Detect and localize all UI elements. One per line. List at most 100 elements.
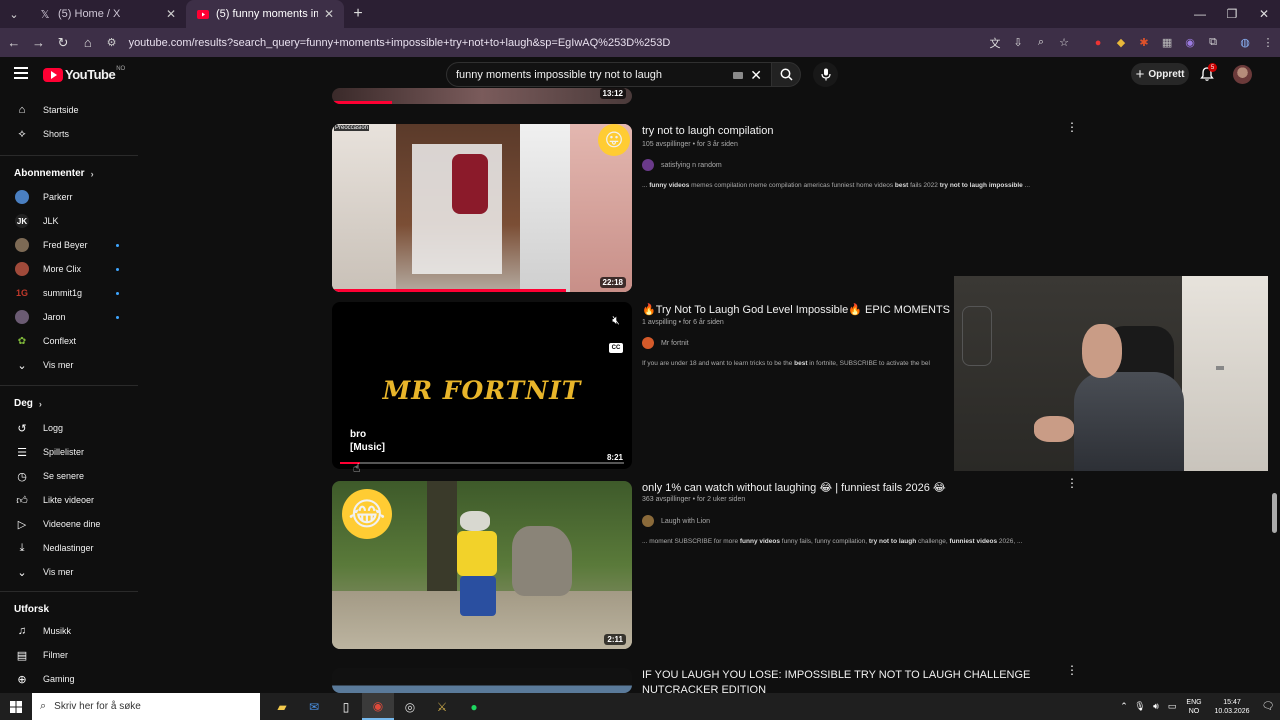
sidebar-item-history[interactable]: ↺ Logg	[0, 416, 140, 440]
chrome-icon[interactable]: ◉	[362, 693, 394, 720]
search-input[interactable]: funny moments impossible try not to laug…	[446, 62, 772, 87]
video-thumbnail[interactable]: 13:12	[332, 88, 632, 104]
chevron-up-icon[interactable]: ⌃	[1116, 701, 1132, 712]
sidebar-item-label: Videoene dine	[43, 519, 101, 529]
clock[interactable]: 15:47 10.03.2026	[1208, 698, 1256, 716]
watch-later-icon: ◷	[17, 470, 27, 483]
browser-menu-icon[interactable]: ⋮	[1257, 32, 1279, 54]
sidebar-item-watch-later[interactable]: ◷ Se senere	[0, 464, 140, 488]
tab-youtube-search[interactable]: (5) funny moments impossible ✕	[186, 0, 344, 28]
spotify-icon[interactable]: ●	[458, 693, 490, 720]
notifications-button[interactable]: 5	[1199, 63, 1217, 84]
subscriptions-heading[interactable]: Abonnementer ›	[14, 168, 94, 179]
video-thumbnail[interactable]: 😂 2:11	[332, 481, 632, 649]
extension-purple-icon[interactable]: ◉	[1179, 32, 1201, 54]
video-preview-player[interactable]: MR FORTNIT 🔇︎ CC bro [Music] 8:21	[332, 302, 632, 469]
profile-icon[interactable]: ◍	[1234, 32, 1256, 54]
sidebar-item-summit1g[interactable]: 1G summit1g	[0, 281, 140, 305]
sidebar-item-downloads[interactable]: ⤓ Nedlastinger	[0, 536, 140, 560]
notification-center-icon[interactable]: 🗨︎	[1256, 701, 1280, 712]
shorts-icon: ⟡	[18, 127, 26, 140]
sidebar-item-shorts[interactable]: ⟡ Shorts	[0, 122, 140, 146]
site-info-icon[interactable]: ⚙	[107, 36, 121, 49]
restore-icon[interactable]: ❐	[1216, 0, 1248, 28]
reload-icon[interactable]: ↻	[52, 31, 74, 55]
close-window-icon[interactable]: ✕	[1248, 0, 1280, 28]
sidebar-item-conflext[interactable]: ✿ Conflext	[0, 329, 140, 353]
account-avatar[interactable]	[1233, 65, 1252, 84]
sidebar-show-more-subs[interactable]: ⌄ Vis mer	[0, 353, 140, 377]
language-indicator[interactable]: ENG NO	[1180, 698, 1208, 716]
volume-icon[interactable]: 🔊︎	[1148, 701, 1164, 712]
network-icon[interactable]: ▭	[1164, 701, 1180, 712]
close-icon[interactable]: ✕	[324, 7, 334, 21]
mail-icon[interactable]: ✉	[298, 693, 330, 720]
extension-red-icon[interactable]: ●	[1087, 32, 1109, 54]
more-actions-icon[interactable]: ⋮	[1066, 121, 1078, 133]
tab-search-icon[interactable]: ⌄	[0, 0, 28, 28]
sidebar-item-jlk[interactable]: JK JLK	[0, 209, 140, 233]
install-icon[interactable]: ⇩	[1007, 32, 1029, 54]
youtube-play-icon	[43, 67, 63, 82]
captions-icon[interactable]: CC	[609, 343, 623, 353]
sidebar-item-films[interactable]: ▤ Filmer	[0, 643, 140, 667]
sidebar-item-parkerr[interactable]: Parkerr	[0, 185, 140, 209]
create-button[interactable]: + Opprett	[1131, 63, 1189, 85]
channel-link[interactable]: Mr fortnit	[642, 337, 689, 349]
video-title[interactable]: try not to laugh compilation	[642, 125, 773, 137]
back-icon[interactable]: ←	[3, 31, 25, 55]
extensions-puzzle-icon[interactable]: ⧉	[1202, 32, 1224, 54]
microphone-tray-icon[interactable]: 🎙︎	[1132, 701, 1148, 712]
taskbar-search-input[interactable]: ⌕ Skriv her for å søke	[32, 693, 260, 720]
league-icon[interactable]: ⚔	[426, 693, 458, 720]
sidebar-item-fred-beyer[interactable]: Fred Beyer	[0, 233, 140, 257]
home-browser-icon[interactable]: ⌂	[77, 31, 99, 55]
tab-x-home[interactable]: 𝕏 (5) Home / X ✕	[28, 0, 186, 28]
zoom-icon[interactable]: ⌕	[1030, 32, 1052, 54]
keyboard-icon[interactable]	[733, 72, 743, 79]
sidebar-item-music[interactable]: ♫ Musikk	[0, 619, 140, 643]
translate-icon[interactable]: 文	[984, 32, 1006, 54]
channel-link[interactable]: satisfying n random	[642, 159, 722, 171]
youtube-logo[interactable]: YouTube NO	[43, 66, 125, 82]
you-heading[interactable]: Deg ›	[14, 398, 42, 409]
bookmark-star-icon[interactable]: ☆	[1053, 32, 1075, 54]
search-button[interactable]	[771, 62, 801, 87]
sidebar-item-your-videos[interactable]: ▷ Videoene dine	[0, 512, 140, 536]
sidebar-item-more-clix[interactable]: More Clix	[0, 257, 140, 281]
sidebar-item-home[interactable]: ⌂ Startside	[0, 98, 140, 122]
url-field[interactable]: ⚙ youtube.com/results?search_query=funny…	[107, 32, 972, 54]
video-thumbnail[interactable]: Preoccasion 😛 22:18	[332, 124, 632, 292]
sidebar-item-jaron[interactable]: Jaron	[0, 305, 140, 329]
close-icon[interactable]: ✕	[166, 7, 176, 21]
sidebar-item-playlists[interactable]: ☰ Spillelister	[0, 440, 140, 464]
sidebar-item-liked[interactable]: 👍︎ Likte videoer	[0, 488, 140, 512]
seek-bar[interactable]	[340, 462, 624, 464]
sidebar-show-more-you[interactable]: ⌄ Vis mer	[0, 560, 140, 584]
page-scrollbar[interactable]	[1272, 493, 1277, 533]
extension-orange-icon[interactable]: ✱	[1133, 32, 1155, 54]
obs-icon[interactable]: ◎	[394, 693, 426, 720]
more-actions-icon[interactable]: ⋮	[1066, 664, 1078, 676]
channel-link[interactable]: Laugh with Lion	[642, 515, 710, 527]
file-explorer-icon[interactable]: ▰	[266, 693, 298, 720]
clear-search-icon[interactable]: ✕	[750, 67, 762, 84]
video-title[interactable]: 🔥Try Not To Laugh God Level Impossible🔥 …	[642, 303, 950, 316]
voice-search-button[interactable]	[813, 62, 838, 87]
video-thumbnail[interactable]	[332, 668, 632, 693]
mute-icon[interactable]: 🔇︎	[607, 313, 625, 327]
new-tab-button[interactable]: +	[344, 5, 372, 23]
windows-start-icon[interactable]	[0, 693, 32, 720]
menu-icon[interactable]	[14, 67, 28, 79]
video-title[interactable]: only 1% can watch without laughing 😂 | f…	[642, 481, 946, 494]
notepad-icon[interactable]: ▯	[330, 693, 362, 720]
forward-icon[interactable]: →	[28, 31, 50, 55]
minimize-icon[interactable]: —	[1184, 0, 1216, 28]
more-actions-icon[interactable]: ⋮	[1066, 477, 1078, 489]
like-icon: 👍︎	[16, 494, 28, 507]
extension-grey-icon[interactable]: ▦	[1156, 32, 1178, 54]
extension-yellow-icon[interactable]: ◆	[1110, 32, 1132, 54]
sidebar-item-gaming[interactable]: ⊕ Gaming	[0, 667, 140, 691]
sidebar-item-label: Startside	[43, 105, 79, 115]
sidebar-item-label: Vis mer	[43, 360, 74, 370]
